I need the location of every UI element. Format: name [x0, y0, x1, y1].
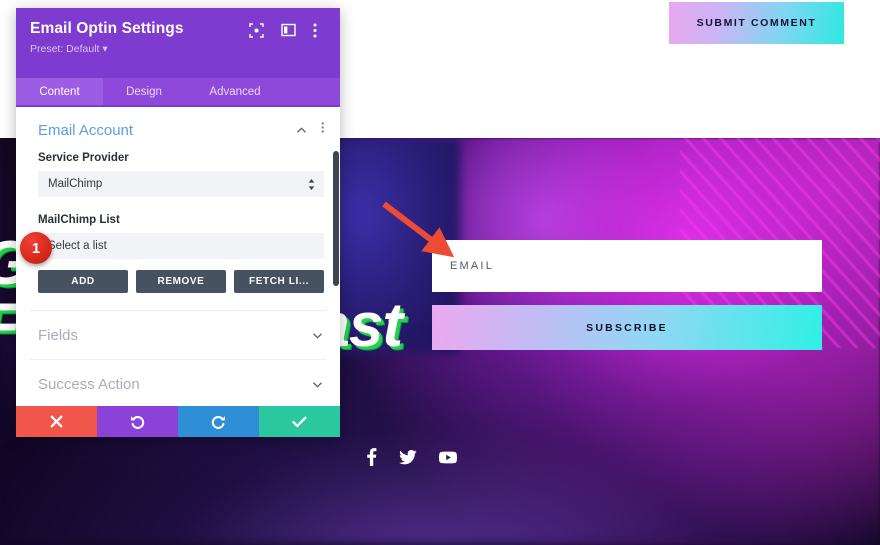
mailchimp-list-select[interactable]: Select a list [38, 233, 324, 259]
section-email-account-header[interactable]: Email Account [16, 107, 340, 152]
optin-email-placeholder: EMAIL [450, 260, 495, 272]
modal-tabs: Content Design Advanced [16, 78, 340, 105]
section-success-action-header[interactable]: Success Action [16, 360, 340, 406]
youtube-icon[interactable] [439, 451, 457, 464]
tab-advanced[interactable]: Advanced [185, 78, 285, 105]
section-kebab-menu-icon[interactable] [321, 121, 325, 139]
modal-header-icons [249, 23, 328, 38]
modal-footer [16, 406, 340, 437]
modal-header: Email Optin Settings Preset: Default ▾ [16, 8, 340, 78]
mailchimp-list-field: MailChimp List Select a list [16, 214, 340, 259]
facebook-icon[interactable] [366, 448, 377, 466]
subscribe-button[interactable]: SUBSCRIBE [432, 305, 822, 350]
chevron-up-icon[interactable] [295, 124, 308, 137]
redo-icon [211, 415, 226, 429]
settings-scrollbar[interactable] [333, 151, 339, 286]
tab-design[interactable]: Design [103, 78, 185, 105]
screenshot-root: SUBMIT COMMENT Grow Your Following Fast … [0, 0, 880, 545]
section-fields-header[interactable]: Fields [16, 311, 340, 359]
layout-panel-icon[interactable] [281, 23, 296, 38]
service-provider-field: Service Provider MailChimp [16, 152, 340, 197]
preset-selector[interactable]: Preset: Default ▾ [30, 43, 326, 55]
service-provider-label: Service Provider [38, 152, 129, 164]
undo-icon [130, 415, 145, 429]
remove-button[interactable]: REMOVE [136, 270, 226, 293]
modal-body: Email Account Service Provider MailChimp… [16, 107, 340, 406]
add-button[interactable]: ADD [38, 270, 128, 293]
settings-scroll-area: Email Account Service Provider MailChimp… [16, 107, 340, 406]
caret-down-icon: ▾ [102, 43, 108, 55]
section-fields-title: Fields [38, 327, 79, 344]
focus-icon[interactable] [249, 23, 264, 38]
service-provider-value: MailChimp [48, 178, 103, 190]
fetch-lists-button[interactable]: FETCH LI... [234, 270, 324, 293]
optin-email-input[interactable]: EMAIL [432, 240, 822, 292]
redo-button[interactable] [178, 406, 259, 437]
list-action-buttons: ADD REMOVE FETCH LI... [16, 270, 340, 293]
x-icon [50, 415, 63, 428]
select-updown-icon [307, 178, 316, 191]
section-email-account-title: Email Account [38, 121, 134, 139]
twitter-icon[interactable] [399, 449, 417, 465]
close-button[interactable] [16, 406, 97, 437]
submit-comment-button[interactable]: SUBMIT COMMENT [669, 2, 844, 44]
section-success-action-title: Success Action [38, 376, 140, 393]
email-optin-settings-modal: Email Optin Settings Preset: Default ▾ C… [16, 8, 340, 437]
mailchimp-list-value: Select a list [48, 240, 107, 252]
social-links [366, 448, 457, 466]
chevron-down-icon[interactable] [311, 329, 324, 342]
service-provider-select[interactable]: MailChimp [38, 171, 324, 197]
save-button[interactable] [259, 406, 340, 437]
chevron-down-icon-2[interactable] [311, 378, 324, 391]
tab-content[interactable]: Content [16, 78, 103, 105]
check-icon [292, 416, 307, 428]
preset-label: Preset: Default [30, 43, 100, 55]
undo-button[interactable] [97, 406, 178, 437]
step-badge-1: 1 [20, 232, 52, 264]
kebab-menu-icon[interactable] [313, 23, 328, 38]
mailchimp-list-label: MailChimp List [38, 214, 120, 226]
